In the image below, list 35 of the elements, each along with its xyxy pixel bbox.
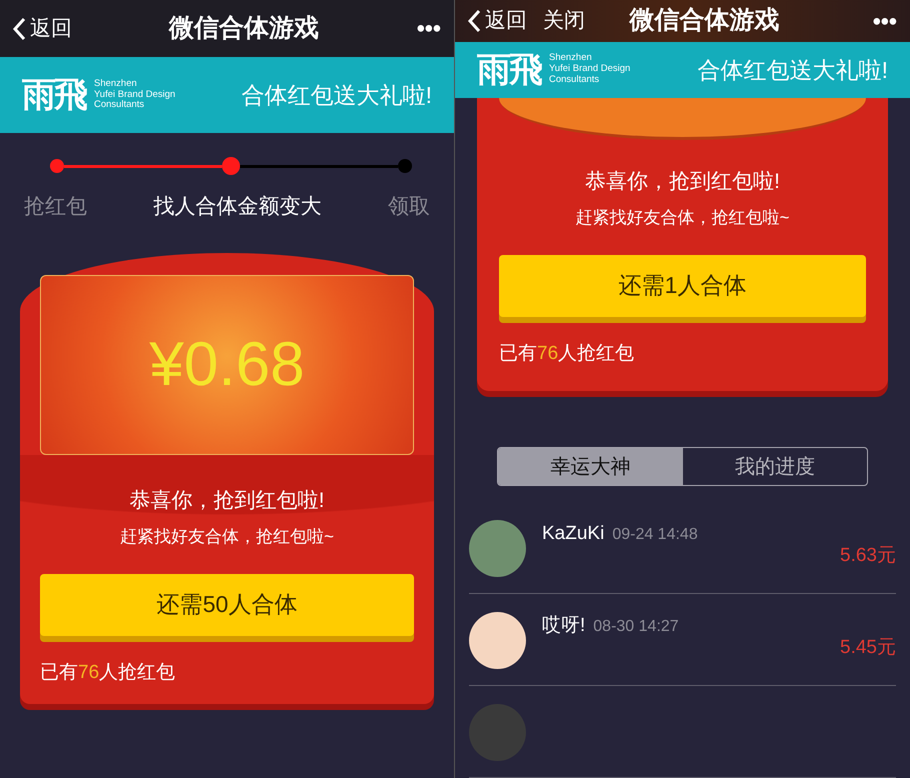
logo-text: Shenzhen Yufei Brand Design Consultants xyxy=(94,78,176,112)
more-button[interactable]: ••• xyxy=(872,2,898,40)
user-name: KaZuKi xyxy=(542,522,604,546)
step-label: 领取 xyxy=(388,194,430,220)
hint-text: 赶紧找好友合体，抢红包啦~ xyxy=(574,207,790,230)
logo-mark: 雨飛 xyxy=(477,52,541,87)
banner-slogan: 合体红包送大礼啦! xyxy=(698,56,888,85)
back-link[interactable]: 返回 xyxy=(12,12,72,44)
step-label: 找人合体金额变大 xyxy=(154,194,322,220)
hint-text: 赶紧找好友合体，抢红包啦~ xyxy=(119,526,335,548)
time-text: 08-30 14:27 xyxy=(593,616,679,637)
page-title: 微信合体游戏 xyxy=(168,12,320,44)
logo-mark: 雨飛 xyxy=(22,78,86,112)
back-chevron-icon xyxy=(12,16,26,40)
page-title: 微信合体游戏 xyxy=(628,5,780,36)
step-label: 抢红包 xyxy=(24,194,87,220)
logo-text: Shenzhen Yufei Brand Design Consultants xyxy=(549,53,630,86)
amount-text: 5.63元 xyxy=(840,544,896,568)
amount-text: 5.45元 xyxy=(840,636,896,660)
more-button[interactable]: ••• xyxy=(416,10,442,47)
tab[interactable]: 幸运大神 xyxy=(498,448,682,485)
time-text: 09-24 14:48 xyxy=(612,524,698,545)
banner-slogan: 合体红包送大礼啦! xyxy=(242,80,432,110)
grab-count-text: 已有76人抢红包 xyxy=(40,660,176,684)
amount-text: ¥0.68 xyxy=(149,329,305,401)
congrats-text: 恭喜你，抢到红包啦! xyxy=(584,168,781,195)
grab-count-text: 已有76人抢红包 xyxy=(499,342,636,366)
tab[interactable]: 我的进度 xyxy=(682,448,867,485)
merge-button[interactable]: 还需50人合体 xyxy=(40,574,414,636)
user-name: 哎呀! xyxy=(542,614,586,638)
merge-button[interactable]: 还需1人合体 xyxy=(499,254,866,317)
congrats-text: 恭喜你，抢到红包啦! xyxy=(128,488,326,514)
back-chevron-icon xyxy=(467,8,481,33)
back-link[interactable]: 返回 xyxy=(467,5,527,37)
close-link[interactable]: 关闭 xyxy=(543,5,585,37)
